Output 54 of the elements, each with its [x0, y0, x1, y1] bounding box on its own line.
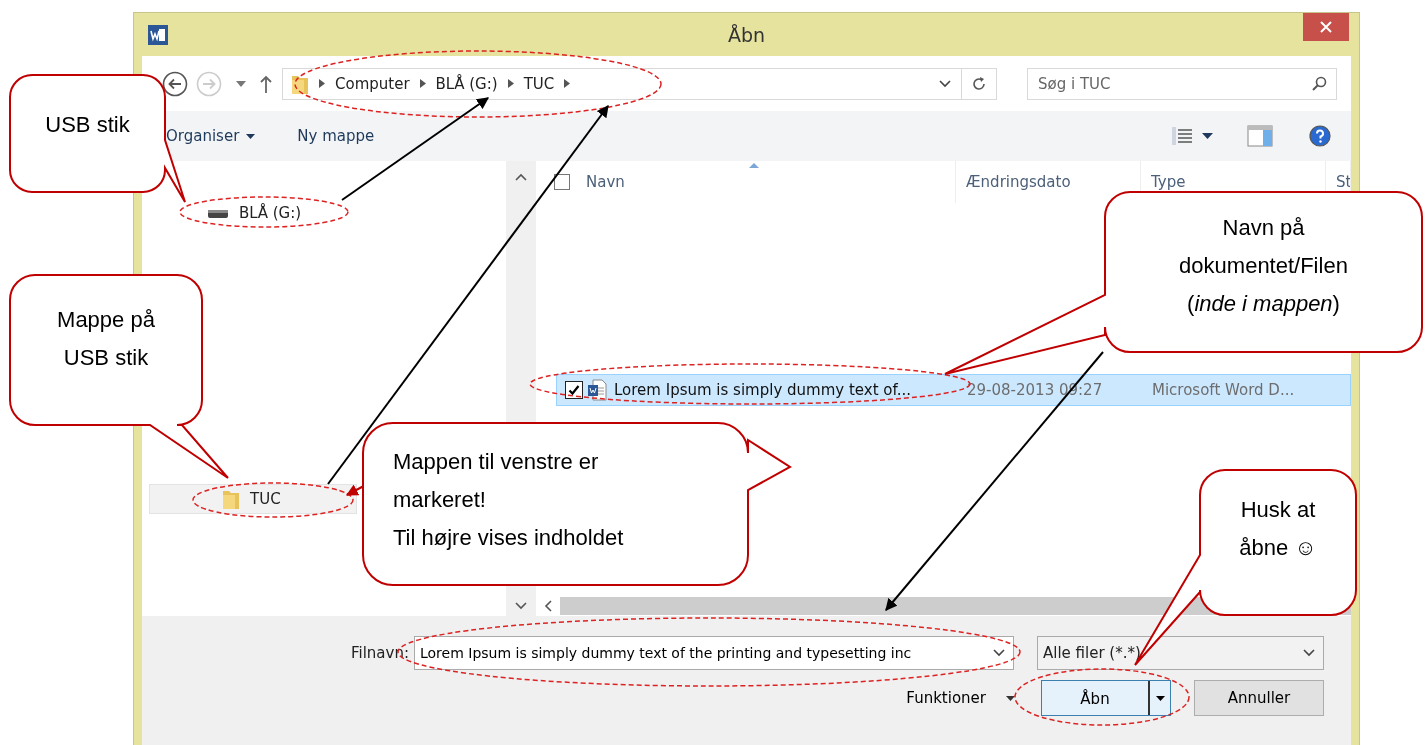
- back-button[interactable]: [162, 70, 188, 97]
- file-type: Microsoft Word D...: [1151, 381, 1296, 399]
- column-header[interactable]: Type: [1151, 173, 1186, 191]
- search-field[interactable]: Søg i TUC: [1027, 67, 1337, 100]
- column-header[interactable]: Navn: [586, 173, 625, 191]
- breadcrumb-item[interactable]: Computer: [335, 74, 410, 93]
- callout-text: Navn på dokumentet/Filen (inde i mappen): [1178, 214, 1349, 318]
- scroll-down-icon[interactable]: [515, 602, 527, 610]
- filename-label: Filnavn:: [351, 644, 409, 662]
- caret-icon: [1155, 695, 1165, 701]
- word-document-icon: [587, 379, 607, 401]
- chevron-down-icon: [1303, 649, 1315, 657]
- filename-field[interactable]: Lorem Ipsum is simply dummy text of the printing and typesetting inc: [414, 636, 1014, 670]
- breadcrumb-item[interactable]: TUC: [523, 74, 555, 93]
- help-icon[interactable]: [1309, 125, 1331, 147]
- chevron-right-icon[interactable]: [507, 79, 514, 88]
- close-button[interactable]: [1303, 13, 1349, 41]
- search-icon: [1311, 75, 1327, 92]
- address-bar[interactable]: Computer BLÅ (G:) TUC: [282, 67, 997, 100]
- cancel-button[interactable]: Annuller: [1194, 680, 1324, 716]
- chevron-down-icon[interactable]: [939, 79, 951, 88]
- file-type-dropdown[interactable]: Alle filer (*.*): [1037, 636, 1324, 670]
- drive-icon: [207, 207, 229, 219]
- chevron-right-icon[interactable]: [564, 79, 571, 88]
- callout-text: Mappen til venstre er markeret! Til højre vises indholdet: [393, 448, 624, 552]
- close-icon: [1320, 21, 1332, 33]
- breadcrumb-item[interactable]: BLÅ (G:): [435, 74, 498, 93]
- caret-icon: [1006, 695, 1015, 701]
- chevron-down-icon[interactable]: [993, 649, 1005, 657]
- new-folder-button[interactable]: Ny mappe: [297, 127, 375, 145]
- caret-icon[interactable]: [1202, 133, 1213, 139]
- scroll-up-icon[interactable]: [515, 173, 527, 181]
- folder-icon: [222, 488, 240, 510]
- caret-icon: [246, 133, 256, 139]
- checkbox[interactable]: [565, 381, 583, 399]
- navigation-item[interactable]: TUC: [149, 484, 357, 514]
- navigation-item[interactable]: BLÅ (G:): [149, 198, 506, 228]
- chevron-right-icon[interactable]: [419, 79, 426, 88]
- refresh-icon: [971, 75, 987, 92]
- column-header[interactable]: Ændringsdato: [966, 173, 1071, 191]
- file-name: Lorem Ipsum is simply dummy text of...: [614, 381, 911, 399]
- up-arrow-icon[interactable]: [260, 74, 272, 93]
- organise-menu-button[interactable]: Organiser: [166, 127, 256, 145]
- tools-menu-button[interactable]: Funktioner: [906, 689, 1015, 707]
- window-title: Åbn: [726, 23, 767, 46]
- scroll-left-icon[interactable]: [544, 600, 552, 612]
- document-app-icon: [148, 24, 168, 45]
- callout-text: Mappe på USB stik: [56, 306, 156, 372]
- view-list-icon[interactable]: [1172, 127, 1192, 145]
- select-all-checkbox[interactable]: [554, 174, 570, 190]
- checkmark-icon: [568, 384, 580, 396]
- chevron-right-icon[interactable]: [319, 79, 325, 88]
- callout-text: USB stik: [44, 111, 131, 139]
- callout-text: Husk at åbne ☺: [1238, 496, 1318, 562]
